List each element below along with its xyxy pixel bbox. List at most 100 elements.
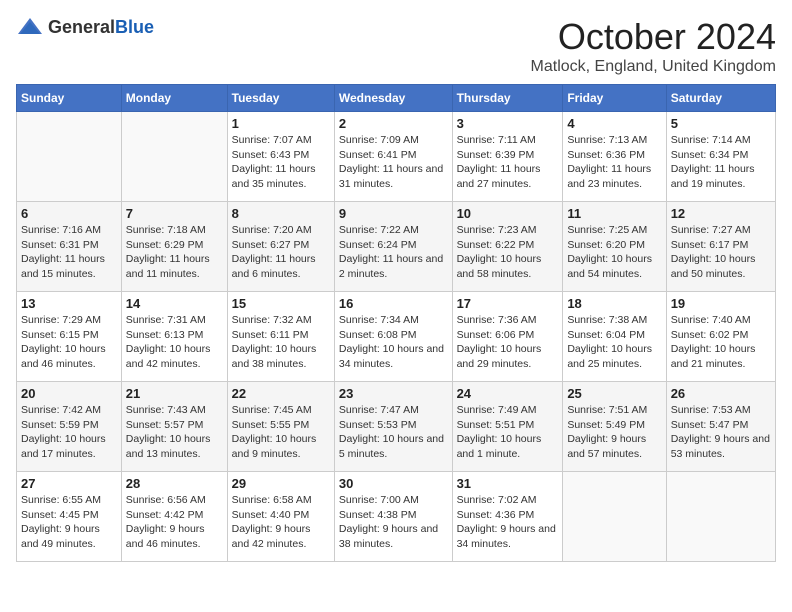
day-number: 3 bbox=[457, 116, 559, 131]
day-number: 4 bbox=[567, 116, 661, 131]
calendar-cell: 20 Sunrise: 7:42 AM Sunset: 5:59 PM Dayli… bbox=[17, 382, 122, 472]
calendar-cell: 13 Sunrise: 7:29 AM Sunset: 6:15 PM Dayli… bbox=[17, 292, 122, 382]
cell-content: Sunrise: 7:16 AM Sunset: 6:31 PM Dayligh… bbox=[21, 223, 117, 282]
calendar-cell: 30 Sunrise: 7:00 AM Sunset: 4:38 PM Dayli… bbox=[334, 472, 452, 562]
calendar-header-row: SundayMondayTuesdayWednesdayThursdayFrid… bbox=[17, 85, 776, 112]
day-header-monday: Monday bbox=[121, 85, 227, 112]
cell-content: Sunrise: 7:14 AM Sunset: 6:34 PM Dayligh… bbox=[671, 133, 771, 192]
day-number: 10 bbox=[457, 206, 559, 221]
day-header-sunday: Sunday bbox=[17, 85, 122, 112]
location-text: Matlock, England, United Kingdom bbox=[531, 58, 776, 76]
day-number: 24 bbox=[457, 386, 559, 401]
day-number: 5 bbox=[671, 116, 771, 131]
cell-content: Sunrise: 7:32 AM Sunset: 6:11 PM Dayligh… bbox=[232, 313, 330, 372]
cell-content: Sunrise: 7:02 AM Sunset: 4:36 PM Dayligh… bbox=[457, 493, 559, 552]
day-number: 31 bbox=[457, 476, 559, 491]
cell-content: Sunrise: 6:58 AM Sunset: 4:40 PM Dayligh… bbox=[232, 493, 330, 552]
calendar-cell: 6 Sunrise: 7:16 AM Sunset: 6:31 PM Daylig… bbox=[17, 202, 122, 292]
calendar-cell: 9Sunrise: 7:22 AM Sunset: 6:24 PM Daylig… bbox=[334, 202, 452, 292]
month-title: October 2024 bbox=[531, 16, 776, 58]
cell-content: Sunrise: 7:25 AM Sunset: 6:20 PM Dayligh… bbox=[567, 223, 661, 282]
calendar-cell: 24 Sunrise: 7:49 AM Sunset: 5:51 PM Dayli… bbox=[452, 382, 563, 472]
calendar-week-row: 6 Sunrise: 7:16 AM Sunset: 6:31 PM Daylig… bbox=[17, 202, 776, 292]
calendar-cell: 16 Sunrise: 7:34 AM Sunset: 6:08 PM Dayli… bbox=[334, 292, 452, 382]
calendar-cell bbox=[17, 112, 122, 202]
calendar-cell: 2 Sunrise: 7:09 AM Sunset: 6:41 PM Daylig… bbox=[334, 112, 452, 202]
cell-content: Sunrise: 7:36 AM Sunset: 6:06 PM Dayligh… bbox=[457, 313, 559, 372]
cell-content: Sunrise: 7:23 AM Sunset: 6:22 PM Dayligh… bbox=[457, 223, 559, 282]
day-number: 12 bbox=[671, 206, 771, 221]
cell-content: Sunrise: 7:34 AM Sunset: 6:08 PM Dayligh… bbox=[339, 313, 448, 372]
calendar-cell: 5 Sunrise: 7:14 AM Sunset: 6:34 PM Daylig… bbox=[666, 112, 775, 202]
calendar-cell: 11Sunrise: 7:25 AM Sunset: 6:20 PM Dayli… bbox=[563, 202, 666, 292]
day-header-wednesday: Wednesday bbox=[334, 85, 452, 112]
cell-content: Sunrise: 7:00 AM Sunset: 4:38 PM Dayligh… bbox=[339, 493, 448, 552]
calendar-cell: 8 Sunrise: 7:20 AM Sunset: 6:27 PM Daylig… bbox=[227, 202, 334, 292]
cell-content: Sunrise: 6:55 AM Sunset: 4:45 PM Dayligh… bbox=[21, 493, 117, 552]
calendar-cell: 23Sunrise: 7:47 AM Sunset: 5:53 PM Dayli… bbox=[334, 382, 452, 472]
calendar-cell: 12 Sunrise: 7:27 AM Sunset: 6:17 PM Dayli… bbox=[666, 202, 775, 292]
logo: GeneralBlue bbox=[16, 16, 154, 38]
cell-content: Sunrise: 7:11 AM Sunset: 6:39 PM Dayligh… bbox=[457, 133, 559, 192]
day-number: 20 bbox=[21, 386, 117, 401]
calendar-cell: 21Sunrise: 7:43 AM Sunset: 5:57 PM Dayli… bbox=[121, 382, 227, 472]
day-number: 6 bbox=[21, 206, 117, 221]
calendar-cell: 25Sunrise: 7:51 AM Sunset: 5:49 PM Dayli… bbox=[563, 382, 666, 472]
calendar-cell: 10 Sunrise: 7:23 AM Sunset: 6:22 PM Dayli… bbox=[452, 202, 563, 292]
logo-icon bbox=[16, 16, 44, 38]
day-number: 13 bbox=[21, 296, 117, 311]
calendar-cell: 15 Sunrise: 7:32 AM Sunset: 6:11 PM Dayli… bbox=[227, 292, 334, 382]
cell-content: Sunrise: 7:18 AM Sunset: 6:29 PM Dayligh… bbox=[126, 223, 223, 282]
day-number: 30 bbox=[339, 476, 448, 491]
calendar-cell: 26Sunrise: 7:53 AM Sunset: 5:47 PM Dayli… bbox=[666, 382, 775, 472]
cell-content: Sunrise: 7:47 AM Sunset: 5:53 PM Dayligh… bbox=[339, 403, 448, 462]
logo-general-text: General bbox=[48, 17, 115, 37]
day-number: 17 bbox=[457, 296, 559, 311]
calendar-cell: 28Sunrise: 6:56 AM Sunset: 4:42 PM Dayli… bbox=[121, 472, 227, 562]
title-block: October 2024 Matlock, England, United Ki… bbox=[531, 16, 776, 76]
cell-content: Sunrise: 7:49 AM Sunset: 5:51 PM Dayligh… bbox=[457, 403, 559, 462]
cell-content: Sunrise: 7:09 AM Sunset: 6:41 PM Dayligh… bbox=[339, 133, 448, 192]
cell-content: Sunrise: 7:40 AM Sunset: 6:02 PM Dayligh… bbox=[671, 313, 771, 372]
day-number: 15 bbox=[232, 296, 330, 311]
calendar-cell: 29 Sunrise: 6:58 AM Sunset: 4:40 PM Dayli… bbox=[227, 472, 334, 562]
cell-content: Sunrise: 7:29 AM Sunset: 6:15 PM Dayligh… bbox=[21, 313, 117, 372]
day-number: 2 bbox=[339, 116, 448, 131]
calendar-cell: 18Sunrise: 7:38 AM Sunset: 6:04 PM Dayli… bbox=[563, 292, 666, 382]
day-number: 29 bbox=[232, 476, 330, 491]
day-header-thursday: Thursday bbox=[452, 85, 563, 112]
day-number: 28 bbox=[126, 476, 223, 491]
calendar-cell bbox=[563, 472, 666, 562]
calendar-cell: 7 Sunrise: 7:18 AM Sunset: 6:29 PM Daylig… bbox=[121, 202, 227, 292]
cell-content: Sunrise: 7:51 AM Sunset: 5:49 PM Dayligh… bbox=[567, 403, 661, 462]
day-number: 14 bbox=[126, 296, 223, 311]
cell-content: Sunrise: 7:31 AM Sunset: 6:13 PM Dayligh… bbox=[126, 313, 223, 372]
calendar-week-row: 20 Sunrise: 7:42 AM Sunset: 5:59 PM Dayli… bbox=[17, 382, 776, 472]
calendar-cell: 19 Sunrise: 7:40 AM Sunset: 6:02 PM Dayli… bbox=[666, 292, 775, 382]
cell-content: Sunrise: 7:43 AM Sunset: 5:57 PM Dayligh… bbox=[126, 403, 223, 462]
calendar-cell: 4Sunrise: 7:13 AM Sunset: 6:36 PM Daylig… bbox=[563, 112, 666, 202]
calendar-cell: 31 Sunrise: 7:02 AM Sunset: 4:36 PM Dayli… bbox=[452, 472, 563, 562]
day-number: 16 bbox=[339, 296, 448, 311]
calendar-cell bbox=[121, 112, 227, 202]
day-header-tuesday: Tuesday bbox=[227, 85, 334, 112]
day-number: 26 bbox=[671, 386, 771, 401]
cell-content: Sunrise: 7:42 AM Sunset: 5:59 PM Dayligh… bbox=[21, 403, 117, 462]
day-number: 8 bbox=[232, 206, 330, 221]
calendar-week-row: 27 Sunrise: 6:55 AM Sunset: 4:45 PM Dayli… bbox=[17, 472, 776, 562]
calendar-cell: 1Sunrise: 7:07 AM Sunset: 6:43 PM Daylig… bbox=[227, 112, 334, 202]
calendar-cell: 17 Sunrise: 7:36 AM Sunset: 6:06 PM Dayli… bbox=[452, 292, 563, 382]
page-header: GeneralBlue October 2024 Matlock, Englan… bbox=[16, 16, 776, 76]
day-number: 22 bbox=[232, 386, 330, 401]
day-number: 9 bbox=[339, 206, 448, 221]
day-number: 19 bbox=[671, 296, 771, 311]
calendar-cell: 27 Sunrise: 6:55 AM Sunset: 4:45 PM Dayli… bbox=[17, 472, 122, 562]
day-number: 7 bbox=[126, 206, 223, 221]
day-number: 27 bbox=[21, 476, 117, 491]
calendar-cell: 14 Sunrise: 7:31 AM Sunset: 6:13 PM Dayli… bbox=[121, 292, 227, 382]
cell-content: Sunrise: 7:27 AM Sunset: 6:17 PM Dayligh… bbox=[671, 223, 771, 282]
cell-content: Sunrise: 7:20 AM Sunset: 6:27 PM Dayligh… bbox=[232, 223, 330, 282]
day-number: 1 bbox=[232, 116, 330, 131]
calendar-cell: 3 Sunrise: 7:11 AM Sunset: 6:39 PM Daylig… bbox=[452, 112, 563, 202]
cell-content: Sunrise: 7:45 AM Sunset: 5:55 PM Dayligh… bbox=[232, 403, 330, 462]
